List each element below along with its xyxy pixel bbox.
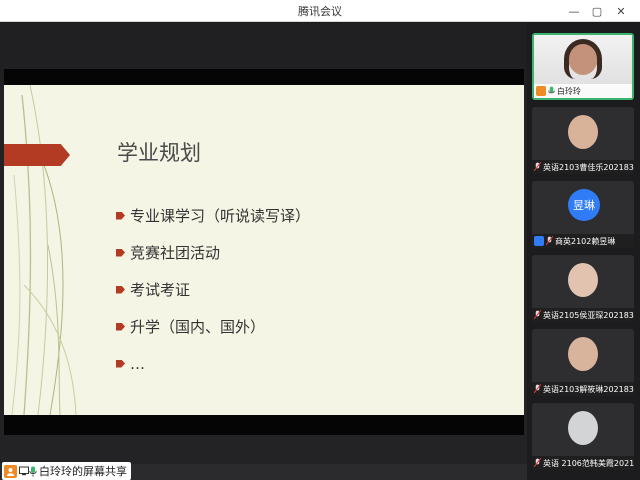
mic-muted-icon [534, 384, 541, 394]
participant-tile[interactable]: 英语 2106范韩美霞2021… [532, 403, 634, 470]
participant-tile[interactable]: 英语2103曹佳乐2021833… [532, 107, 634, 174]
name-bar: 英语2103曹佳乐2021833… [532, 160, 634, 174]
participant-tile[interactable]: 英语2105侯亚琛2021833… [532, 255, 634, 322]
bullet-item: … [116, 345, 310, 382]
share-label-text: 白玲玲的屏幕共享 [39, 465, 127, 478]
window-title: 腾讯会议 [298, 5, 342, 18]
bullet-item: 竞赛社团活动 [116, 234, 310, 271]
bullet-arrow-icon [116, 285, 125, 294]
maximize-button[interactable]: ▢ [588, 2, 606, 20]
participant-video [568, 411, 598, 445]
name-bar: 英语 2106范韩美霞2021… [532, 456, 634, 470]
person-icon [534, 236, 544, 246]
participant-name: 英语2103解筱琳2021833… [543, 384, 634, 394]
participant-tile[interactable]: 白玲玲 [532, 33, 634, 100]
avatar: 昱琳 [568, 189, 600, 221]
mic-icon [29, 466, 37, 476]
mic-icon [548, 86, 555, 94]
bullet-arrow-icon [116, 359, 125, 368]
participant-video [568, 337, 598, 371]
presentation-slide: 学业规划 专业课学习（听说读写译） 竞赛社团活动 考试考证 升学（国内、国外） … [4, 85, 524, 415]
participant-video [568, 115, 598, 149]
participant-tile[interactable]: 英语2103解筱琳2021833… [532, 329, 634, 396]
mic-muted-icon [534, 458, 541, 468]
share-label: 白玲玲的屏幕共享 [2, 462, 131, 480]
participant-name: 商英2102赖昱琳 [555, 236, 616, 246]
hair-shape [564, 39, 602, 79]
name-bar: 英语2103解筱琳2021833… [532, 382, 634, 396]
host-icon [536, 86, 546, 96]
title-bar: 腾讯会议 — ▢ ✕ [0, 0, 640, 22]
minimize-button[interactable]: — [565, 2, 583, 20]
slide-bullet-list: 专业课学习（听说读写译） 竞赛社团活动 考试考证 升学（国内、国外） … [116, 197, 310, 382]
slide-title-arrow [4, 144, 70, 166]
screen-share-icon [19, 466, 29, 476]
close-button[interactable]: ✕ [612, 2, 630, 20]
mic-muted-icon [534, 310, 541, 320]
bullet-arrow-icon [116, 322, 125, 331]
participant-name: 英语 2106范韩美霞2021… [543, 458, 634, 468]
bullet-arrow-icon [116, 211, 125, 220]
participant-video [568, 263, 598, 297]
bullet-item: 升学（国内、国外） [116, 308, 310, 345]
participant-name: 英语2105侯亚琛2021833… [543, 310, 634, 320]
participant-name: 白玲玲 [557, 86, 581, 96]
name-bar: 白玲玲 [534, 84, 632, 98]
bullet-item: 专业课学习（听说读写译） [116, 197, 310, 234]
slide-title: 学业规划 [117, 141, 201, 165]
mic-muted-icon [534, 162, 541, 172]
participant-list[interactable]: 白玲玲 英语2103曹佳乐2021833… 昱琳 商英2102赖昱琳 英语210… [527, 23, 640, 480]
participant-name: 英语2103曹佳乐2021833… [543, 162, 634, 172]
user-avatar-icon [4, 464, 17, 478]
letterbox-bottom [4, 415, 524, 435]
bullet-arrow-icon [116, 248, 125, 257]
bullet-item: 考试考证 [116, 271, 310, 308]
mic-muted-icon [546, 236, 553, 246]
screen-share-area[interactable]: 学业规划 专业课学习（听说读写译） 竞赛社团活动 考试考证 升学（国内、国外） … [0, 23, 527, 464]
participant-tile[interactable]: 昱琳 商英2102赖昱琳 [532, 181, 634, 248]
name-bar: 商英2102赖昱琳 [532, 234, 634, 248]
name-bar: 英语2105侯亚琛2021833… [532, 308, 634, 322]
